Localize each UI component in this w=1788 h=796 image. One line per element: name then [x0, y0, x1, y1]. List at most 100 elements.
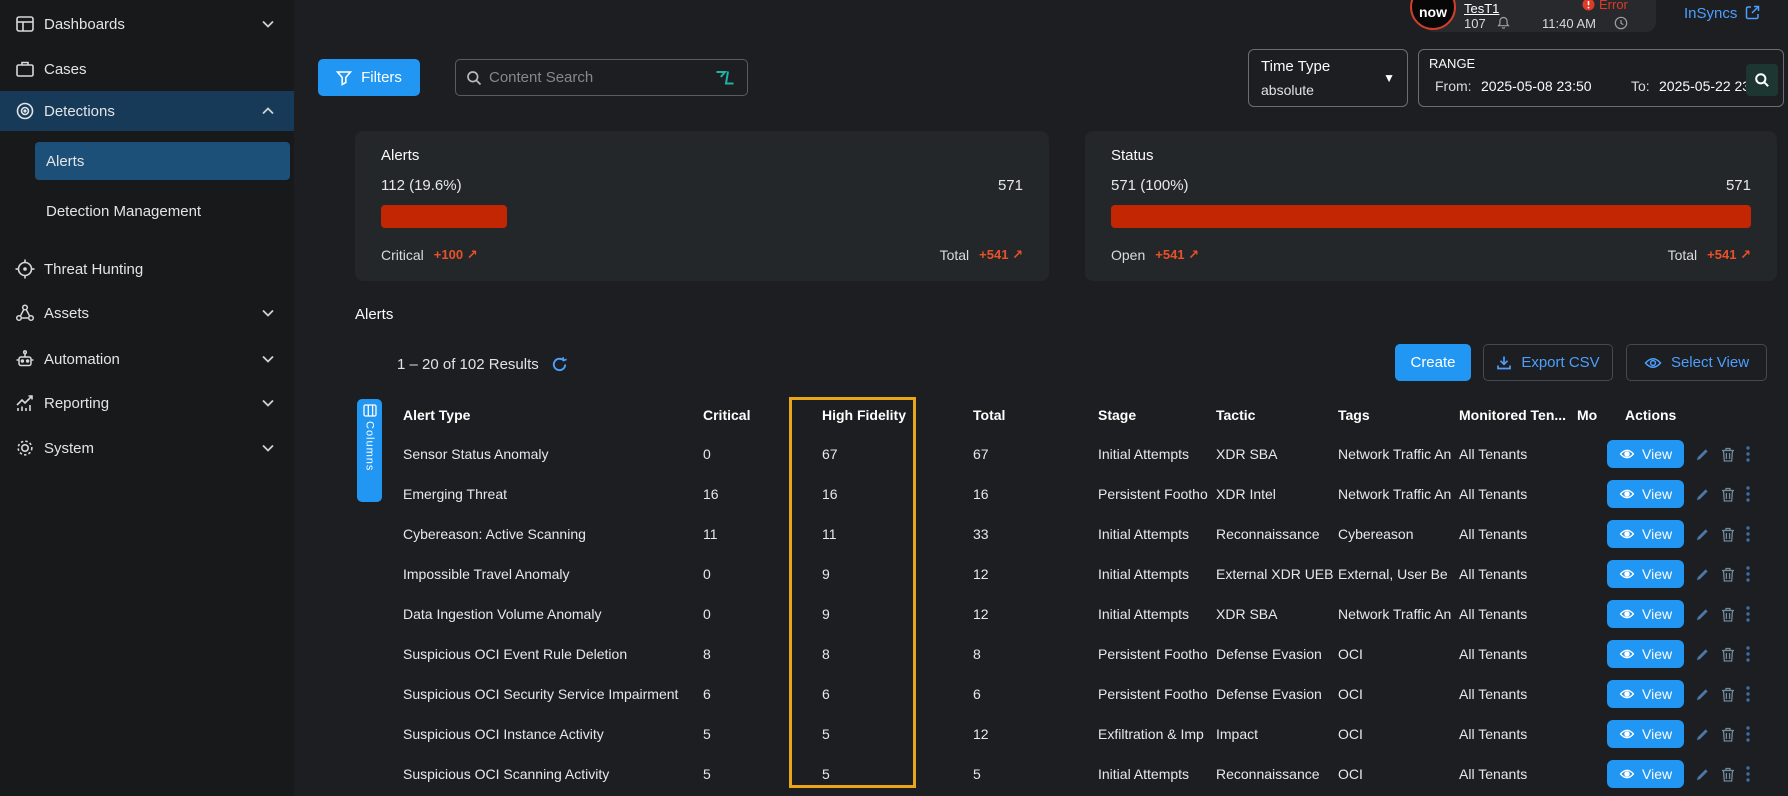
- sidebar-subitem-label: Detection Management: [46, 203, 201, 220]
- edit-icon[interactable]: [1695, 487, 1710, 502]
- header-high-fidelity[interactable]: High Fidelity: [791, 407, 914, 423]
- delta-link[interactable]: +541 ↗: [1155, 247, 1199, 263]
- sidebar-item-cases[interactable]: Cases: [0, 50, 294, 88]
- lucene-syntax-icon[interactable]: [715, 70, 737, 86]
- delta-link[interactable]: +541 ↗: [979, 247, 1023, 263]
- table-row: Sensor Status Anomaly 0 67 67 Initial At…: [355, 434, 1788, 474]
- card-right-value: 571: [1726, 177, 1751, 194]
- view-button[interactable]: View: [1607, 600, 1684, 628]
- refresh-icon[interactable]: [551, 356, 568, 373]
- export-csv-button[interactable]: Export CSV: [1483, 344, 1613, 381]
- delete-icon[interactable]: [1721, 447, 1735, 462]
- cell-alert-type[interactable]: Emerging Threat: [355, 486, 703, 502]
- delete-icon[interactable]: [1721, 647, 1735, 662]
- view-button[interactable]: View: [1607, 440, 1684, 468]
- cell-alert-type[interactable]: Suspicious OCI Security Service Impairme…: [355, 686, 703, 702]
- more-options-icon[interactable]: [1746, 646, 1750, 662]
- select-view-button[interactable]: Select View: [1626, 344, 1767, 381]
- username-link[interactable]: TesT1: [1464, 1, 1499, 16]
- more-options-icon[interactable]: [1746, 726, 1750, 742]
- header-critical[interactable]: Critical: [703, 407, 791, 423]
- cell-stage: Initial Attempts: [1098, 766, 1216, 782]
- view-button[interactable]: View: [1607, 680, 1684, 708]
- cell-alert-type[interactable]: Suspicious OCI Instance Activity: [355, 726, 703, 742]
- delete-icon[interactable]: [1721, 727, 1735, 742]
- edit-icon[interactable]: [1695, 567, 1710, 582]
- sidebar-item-detections[interactable]: Detections: [0, 91, 294, 131]
- delete-icon[interactable]: [1721, 567, 1735, 582]
- header-tactic[interactable]: Tactic: [1216, 407, 1338, 423]
- header-alert-type[interactable]: Alert Type: [355, 407, 703, 423]
- more-options-icon[interactable]: [1746, 606, 1750, 622]
- range-search-button[interactable]: [1746, 64, 1778, 96]
- cell-total: 8: [914, 646, 1098, 662]
- edit-icon[interactable]: [1695, 727, 1710, 742]
- more-options-icon[interactable]: [1746, 686, 1750, 702]
- view-button[interactable]: View: [1607, 640, 1684, 668]
- edit-icon[interactable]: [1695, 687, 1710, 702]
- time-type-dropdown[interactable]: Time Type absolute ▼: [1248, 49, 1408, 107]
- external-link-icon[interactable]: [1744, 4, 1761, 21]
- cell-alert-type[interactable]: Data Ingestion Volume Anomaly: [355, 606, 703, 622]
- cell-alert-type[interactable]: Suspicious OCI Event Rule Deletion: [355, 646, 703, 662]
- view-button[interactable]: View: [1607, 520, 1684, 548]
- filters-button[interactable]: Filters: [318, 59, 420, 96]
- sidebar-item-reporting[interactable]: Reporting: [0, 384, 294, 422]
- sidebar-item-automation[interactable]: Automation: [0, 340, 294, 378]
- delete-icon[interactable]: [1721, 767, 1735, 782]
- header-mo[interactable]: Mo: [1577, 407, 1607, 423]
- header-monitored-tenants[interactable]: Monitored Ten...: [1459, 407, 1577, 423]
- cell-alert-type[interactable]: Suspicious OCI Scanning Activity: [355, 766, 703, 782]
- more-options-icon[interactable]: [1746, 566, 1750, 582]
- sidebar-item-detection-management[interactable]: Detection Management: [35, 192, 290, 230]
- view-button[interactable]: View: [1607, 760, 1684, 788]
- sidebar-item-system[interactable]: System: [0, 429, 294, 467]
- bell-icon[interactable]: [1497, 16, 1510, 30]
- content-search-input[interactable]: [489, 69, 708, 86]
- edit-icon[interactable]: [1695, 647, 1710, 662]
- view-button[interactable]: View: [1607, 560, 1684, 588]
- header-tags[interactable]: Tags: [1338, 407, 1459, 423]
- delta-link[interactable]: +100 ↗: [434, 247, 478, 263]
- delete-icon[interactable]: [1721, 607, 1735, 622]
- delete-icon[interactable]: [1721, 527, 1735, 542]
- create-button[interactable]: Create: [1395, 344, 1471, 381]
- delta-link[interactable]: +541 ↗: [1707, 247, 1751, 263]
- cell-critical: 6: [703, 686, 791, 702]
- range-from-value[interactable]: 2025-05-08 23:50: [1481, 78, 1592, 94]
- header-stage[interactable]: Stage: [1098, 407, 1216, 423]
- edit-icon[interactable]: [1695, 607, 1710, 622]
- more-options-icon[interactable]: [1746, 766, 1750, 782]
- more-options-icon[interactable]: [1746, 486, 1750, 502]
- cell-total: 6: [914, 686, 1098, 702]
- cell-tactic: Impact: [1216, 726, 1338, 742]
- edit-icon[interactable]: [1695, 527, 1710, 542]
- delete-icon[interactable]: [1721, 687, 1735, 702]
- range-label: RANGE: [1429, 56, 1475, 71]
- eye-icon: [1644, 356, 1662, 370]
- sidebar-item-threat-hunting[interactable]: Threat Hunting: [0, 250, 294, 288]
- sidebar-item-alerts[interactable]: Alerts: [35, 142, 290, 180]
- cell-tactic: XDR SBA: [1216, 446, 1338, 462]
- more-options-icon[interactable]: [1746, 526, 1750, 542]
- view-button[interactable]: View: [1607, 480, 1684, 508]
- cell-alert-type[interactable]: Impossible Travel Anomaly: [355, 566, 703, 582]
- insyncs-link[interactable]: InSyncs: [1684, 5, 1737, 22]
- edit-icon[interactable]: [1695, 447, 1710, 462]
- cell-actions: View: [1607, 480, 1788, 508]
- header-total[interactable]: Total: [914, 407, 1098, 423]
- caret-down-icon: ▼: [1383, 71, 1395, 85]
- delete-icon[interactable]: [1721, 487, 1735, 502]
- cell-critical: 8: [703, 646, 791, 662]
- eye-icon: [1619, 768, 1635, 780]
- cell-alert-type[interactable]: Sensor Status Anomaly: [355, 446, 703, 462]
- view-button[interactable]: View: [1607, 720, 1684, 748]
- sidebar-item-assets[interactable]: Assets: [0, 294, 294, 332]
- table-row: Suspicious OCI Instance Activity 5 5 12 …: [355, 714, 1788, 754]
- more-options-icon[interactable]: [1746, 446, 1750, 462]
- cell-alert-type[interactable]: Cybereason: Active Scanning: [355, 526, 703, 542]
- columns-tab[interactable]: Columns: [357, 399, 382, 502]
- edit-icon[interactable]: [1695, 767, 1710, 782]
- content-search-box[interactable]: [455, 59, 748, 96]
- sidebar-item-dashboards[interactable]: Dashboards: [0, 5, 294, 43]
